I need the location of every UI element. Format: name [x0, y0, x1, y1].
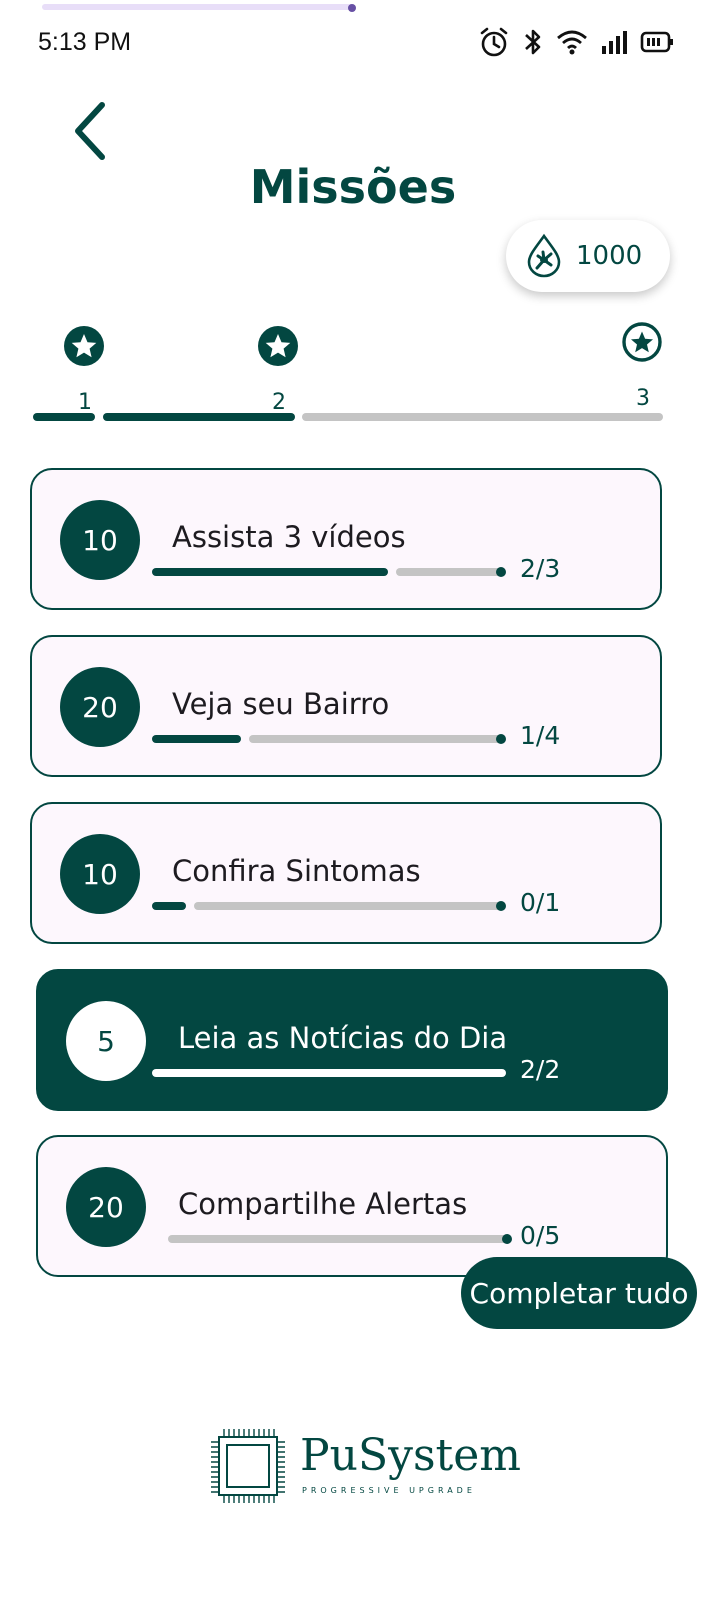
progress-track — [194, 902, 501, 910]
mission-title: Veja seu Bairro — [172, 687, 390, 721]
top-progress-indicator — [42, 4, 354, 10]
mission-title: Leia as Notícias do Dia — [178, 1021, 508, 1055]
mission-reward-badge: 20 — [66, 1167, 146, 1247]
mission-card-completed[interactable]: 5 Leia as Notícias do Dia 2/2 — [36, 969, 668, 1111]
mission-title: Assista 3 vídeos — [172, 520, 406, 554]
progress-end-dot — [496, 901, 506, 911]
level-progress-segment — [103, 413, 295, 421]
mission-reward-badge: 10 — [60, 834, 140, 914]
status-time: 5:13 PM — [38, 28, 132, 56]
signal-icon — [602, 31, 627, 54]
mission-card[interactable]: 10 Assista 3 vídeos 2/3 — [30, 468, 662, 610]
chevron-left-icon — [75, 102, 105, 160]
mission-reward-badge: 10 — [60, 500, 140, 580]
back-button[interactable] — [62, 96, 118, 166]
mission-progress-bar — [160, 1234, 512, 1244]
progress-end-dot — [496, 734, 506, 744]
wifi-icon — [557, 30, 587, 55]
mission-progress-bar — [152, 1069, 506, 1077]
mission-reward-badge: 20 — [60, 667, 140, 747]
top-progress-dot — [348, 4, 356, 12]
level-star-icon — [64, 326, 104, 366]
page-title: Missões — [249, 160, 457, 214]
progress-track — [249, 735, 501, 743]
brand-tagline: PROGRESSIVE UPGRADE — [302, 1486, 476, 1495]
bluetooth-icon — [525, 29, 541, 55]
mission-card[interactable]: 20 Compartilhe Alertas 0/5 — [36, 1135, 668, 1277]
mission-progress-bar — [152, 901, 506, 911]
mission-reward-badge: 5 — [66, 1001, 146, 1081]
progress-end-dot — [502, 1234, 512, 1244]
brand-logo: PuSystem PROGRESSIVE UPGRADE — [208, 1426, 521, 1510]
status-icons — [478, 26, 674, 58]
mission-progress-bar — [152, 734, 506, 744]
mission-title: Confira Sintomas — [172, 854, 421, 888]
progress-fill — [152, 902, 186, 910]
progress-fill — [152, 568, 388, 576]
mission-progress-bar — [152, 567, 506, 577]
battery-icon — [640, 31, 673, 53]
status-bar: 5:13 PM — [0, 22, 720, 62]
progress-fill — [152, 1069, 506, 1077]
mission-count: 1/4 — [520, 721, 561, 750]
level-star-outline-icon — [622, 322, 662, 362]
mission-count: 0/5 — [520, 1221, 561, 1250]
brand-name: PuSystem — [300, 1430, 521, 1481]
level-star-icon — [258, 326, 298, 366]
complete-all-button[interactable]: Completar tudo — [461, 1257, 697, 1329]
mission-card[interactable]: 20 Veja seu Bairro 1/4 — [30, 635, 662, 777]
drop-icon — [527, 233, 561, 278]
points-chip[interactable]: 1000 — [506, 220, 670, 292]
level-progress-segment — [33, 413, 95, 421]
mission-title: Compartilhe Alertas — [178, 1187, 468, 1221]
progress-end-dot — [496, 567, 506, 577]
mission-count: 0/1 — [520, 888, 561, 917]
progress-track — [168, 1235, 507, 1243]
level-number: 1 — [78, 390, 92, 415]
mission-count: 2/3 — [520, 554, 561, 583]
points-value: 1000 — [576, 241, 643, 271]
progress-track — [396, 568, 501, 576]
level-number: 3 — [636, 386, 650, 411]
alarm-icon — [480, 27, 508, 57]
level-number: 2 — [272, 390, 286, 415]
mission-card[interactable]: 10 Confira Sintomas 0/1 — [30, 802, 662, 944]
mission-count: 2/2 — [520, 1055, 561, 1084]
level-progress-segment — [302, 413, 663, 421]
progress-fill — [152, 735, 241, 743]
chip-logo-icon — [211, 1429, 285, 1503]
